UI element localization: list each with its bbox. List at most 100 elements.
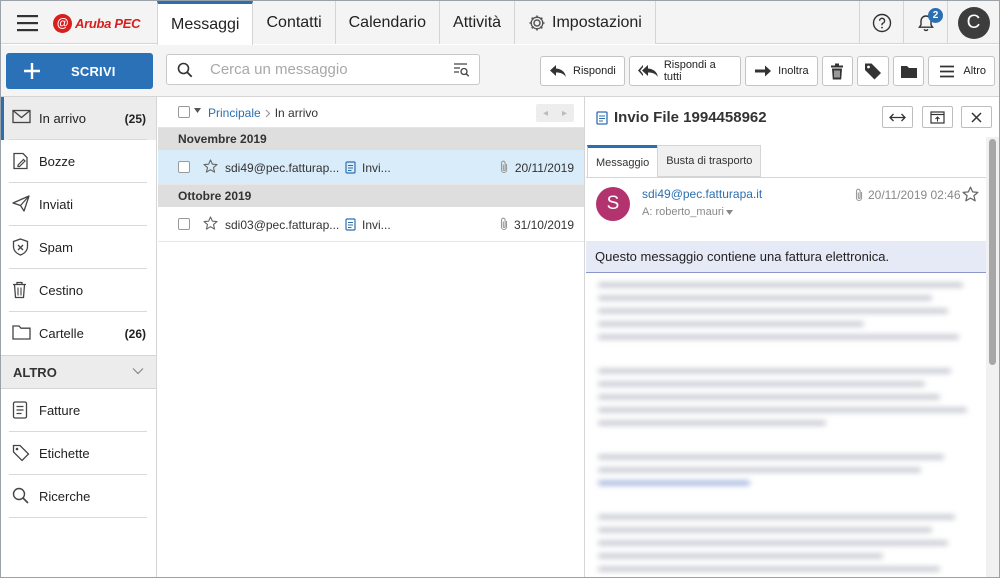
row-checkbox[interactable] xyxy=(178,161,190,173)
message-list: Principale In arrivo ◂ ▸ Novembre 2019 s… xyxy=(158,97,585,577)
row-sender: sdi03@pec.fatturap... xyxy=(225,218,340,232)
forward-button[interactable]: Inoltra xyxy=(745,56,818,86)
forward-icon xyxy=(754,64,772,78)
reply-all-button[interactable]: Rispondi a tutti xyxy=(628,56,742,86)
invoice-icon xyxy=(345,218,356,231)
message-title: Invio File 1994458962 xyxy=(614,109,767,126)
caret-down-icon[interactable] xyxy=(194,108,201,113)
list-item[interactable]: sdi49@pec.fatturap... Invi... 20/11/2019 xyxy=(158,150,584,185)
message-date-wrap: 20/11/2019 02:46 xyxy=(854,188,961,202)
attachment-icon xyxy=(499,160,509,174)
logo-text: Aruba PEC xyxy=(75,15,141,31)
sidebar-item-drafts[interactable]: Bozze xyxy=(1,140,156,183)
scrollbar-thumb[interactable] xyxy=(989,139,996,365)
sidebar-item-label: Inviati xyxy=(39,197,73,212)
sidebar-item-label: Cartelle xyxy=(39,326,84,341)
help-button[interactable] xyxy=(859,1,903,44)
draft-icon xyxy=(12,152,29,170)
sidebar-item-label: Fatture xyxy=(39,403,81,418)
tab-calendario[interactable]: Calendario xyxy=(335,1,441,44)
forward-label: Inoltra xyxy=(778,65,809,77)
next-page-icon[interactable]: ▸ xyxy=(562,108,567,119)
row-sender: sdi49@pec.fatturap... xyxy=(225,161,340,175)
reply-label: Rispondi xyxy=(573,65,616,77)
invoice-icon xyxy=(345,161,356,174)
sidebar-item-sent[interactable]: Inviati xyxy=(1,183,156,226)
sidebar-section-altro[interactable]: ALTRO xyxy=(1,355,156,389)
open-window-button[interactable] xyxy=(922,106,953,128)
select-all-checkbox[interactable] xyxy=(178,106,190,118)
list-icon xyxy=(939,65,955,78)
arrows-horizontal-icon xyxy=(889,113,906,122)
reply-icon xyxy=(549,64,567,78)
reading-pane-header: Invio File 1994458962 xyxy=(586,97,999,138)
tab-label: Contatti xyxy=(266,13,322,31)
reply-button[interactable]: Rispondi xyxy=(540,56,625,86)
prev-page-icon[interactable]: ◂ xyxy=(543,108,548,119)
sidebar-item-label: Cestino xyxy=(39,283,84,298)
message-date: 20/11/2019 02:46 xyxy=(868,188,961,202)
tab-busta[interactable]: Busta di trasporto xyxy=(657,145,762,177)
search-input[interactable] xyxy=(210,61,435,78)
star-icon[interactable] xyxy=(962,186,979,203)
star-icon[interactable] xyxy=(203,216,218,231)
more-button[interactable]: Altro xyxy=(928,56,995,86)
group-header: Ottobre 2019 xyxy=(158,185,584,207)
divider xyxy=(9,517,147,518)
tab-label: Busta di trasporto xyxy=(666,155,753,167)
envelope-icon xyxy=(12,109,31,124)
sidebar-item-label: Spam xyxy=(39,240,73,255)
tab-label: Impostazioni xyxy=(552,13,642,31)
sender-avatar: S xyxy=(596,187,630,221)
sidebar-item-trash[interactable]: Cestino xyxy=(1,269,156,312)
sidebar-item-labels[interactable]: Etichette xyxy=(1,432,156,475)
scrollbar[interactable] xyxy=(986,137,999,577)
reply-all-label: Rispondi a tutti xyxy=(663,59,716,83)
close-button[interactable] xyxy=(961,106,992,128)
user-menu[interactable]: C xyxy=(947,1,999,44)
list-item[interactable]: sdi03@pec.fatturap... Invi... 31/10/2019 xyxy=(158,207,584,242)
delete-button[interactable] xyxy=(821,56,854,86)
list-header: Principale In arrivo ◂ ▸ xyxy=(158,97,584,128)
advanced-search-icon[interactable] xyxy=(453,62,470,77)
top-right-actions: 2 C xyxy=(859,1,999,44)
row-date: 20/11/2019 xyxy=(514,161,574,175)
section-title: ALTRO xyxy=(13,364,57,380)
group-header: Novembre 2019 xyxy=(158,128,584,150)
breadcrumb: Principale In arrivo xyxy=(208,106,318,120)
sidebar-item-spam[interactable]: Spam xyxy=(1,226,156,269)
pager[interactable]: ◂ ▸ xyxy=(536,104,574,122)
app-logo[interactable]: @ Aruba PEC xyxy=(53,12,141,34)
label-button[interactable] xyxy=(857,56,889,86)
sidebar-item-folders[interactable]: Cartelle (26) xyxy=(1,312,156,355)
sidebar-item-label: Bozze xyxy=(39,154,76,169)
tab-label: Messaggio xyxy=(596,156,650,169)
move-folder-button[interactable] xyxy=(892,56,925,86)
message-recipient[interactable]: A: roberto_mauri xyxy=(642,206,733,218)
star-icon[interactable] xyxy=(203,159,218,174)
row-checkbox[interactable] xyxy=(178,218,190,230)
tab-messaggio[interactable]: Messaggio xyxy=(587,145,659,177)
message-sender[interactable]: sdi49@pec.fatturapa.it xyxy=(642,187,762,201)
tab-attivita[interactable]: Attività xyxy=(440,1,516,44)
attachment-icon xyxy=(499,217,509,231)
tab-label: Attività xyxy=(453,13,502,31)
tab-impostazioni[interactable]: Impostazioni xyxy=(515,1,656,44)
sidebar-item-label: Etichette xyxy=(39,446,90,461)
menu-icon[interactable] xyxy=(15,12,41,34)
tab-messaggi[interactable]: Messaggi xyxy=(157,1,254,45)
notifications-button[interactable]: 2 xyxy=(903,1,947,44)
breadcrumb-root[interactable]: Principale xyxy=(208,106,261,120)
row-subject: Invi... xyxy=(362,218,391,232)
tab-contatti[interactable]: Contatti xyxy=(253,1,336,44)
notification-badge: 2 xyxy=(928,8,943,23)
sidebar-item-inbox[interactable]: In arrivo (25) xyxy=(1,97,156,140)
sidebar-item-searches[interactable]: Ricerche xyxy=(1,475,156,518)
row-subject: Invi... xyxy=(362,161,391,175)
caret-down-icon xyxy=(725,209,733,215)
chevron-right-icon xyxy=(265,109,271,118)
sidebar-item-invoices[interactable]: Fatture xyxy=(1,389,156,432)
reading-pane: Invio File 1994458962 Messaggio Busta di… xyxy=(586,97,999,577)
compose-button[interactable]: SCRIVI xyxy=(6,53,153,89)
expand-width-button[interactable] xyxy=(882,106,913,128)
